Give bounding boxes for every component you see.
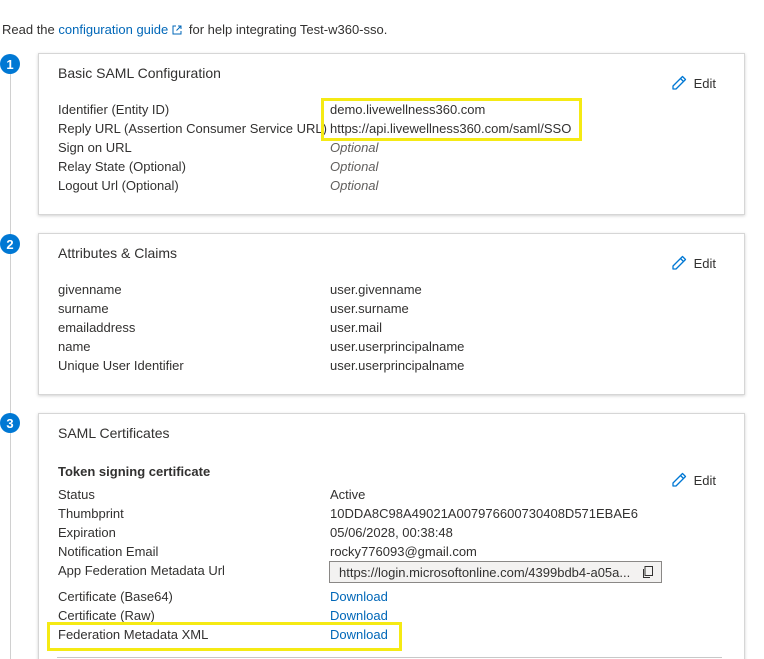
edit-basic-saml-button[interactable]: Edit [670,74,716,92]
step-2-badge: 2 [0,234,20,254]
row-label: Status [58,487,95,502]
row-emailaddress: emailaddress user.mail [58,320,718,339]
row-label: Sign on URL [58,140,132,155]
row-label: App Federation Metadata Url [58,563,225,578]
token-signing-certificate-heading: Token signing certificate [58,464,211,479]
configuration-guide-link[interactable]: configuration guide [58,22,168,37]
row-label: Notification Email [58,544,159,559]
row-certificate-base64: Certificate (Base64) Download [58,589,718,608]
row-relay-state: Relay State (Optional) Optional [58,159,718,178]
download-certificate-raw-link[interactable]: Download [330,608,388,623]
row-value: user.givenname [330,282,422,297]
row-label: Certificate (Base64) [58,589,173,604]
section-title: Basic SAML Configuration [58,65,221,81]
row-givenname: givenname user.givenname [58,282,718,301]
row-label: Thumbprint [58,506,124,521]
edit-attributes-button[interactable]: Edit [670,254,716,272]
edit-label: Edit [693,255,716,271]
row-label: Reply URL (Assertion Consumer Service UR… [58,121,327,136]
steps-timeline [10,62,11,659]
row-value: Optional [330,159,379,174]
row-value: user.userprincipalname [330,358,465,373]
row-surname: surname user.surname [58,301,718,320]
intro-suffix: for help integrating Test-w360-sso. [188,22,388,37]
row-unique-user-identifier: Unique User Identifier user.userprincipa… [58,358,718,377]
app-federation-metadata-url-field[interactable]: https://login.microsoftonline.com/4399bd… [329,561,662,583]
row-label: Unique User Identifier [58,358,184,373]
attributes-claims-card: Attributes & Claims Edit givenname user.… [38,233,745,395]
edit-label: Edit [693,75,716,91]
row-label: Relay State (Optional) [58,159,186,174]
divider [57,657,722,658]
step-1-badge: 1 [0,54,20,74]
download-certificate-base64-link[interactable]: Download [330,589,388,604]
row-label: Identifier (Entity ID) [58,102,170,117]
row-name: name user.userprincipalname [58,339,718,358]
row-status: Status Active [58,487,718,506]
row-logout-url: Logout Url (Optional) Optional [58,178,718,197]
row-value: user.surname [330,301,409,316]
pencil-icon [671,75,686,90]
row-value: Optional [330,140,379,155]
highlight-box-federation-metadata [47,622,402,651]
row-value: rocky776093@gmail.com [330,544,477,559]
row-label: Logout Url (Optional) [58,178,179,193]
step-3-badge: 3 [0,413,20,433]
intro-text: Read the configuration guide for help in… [2,22,387,37]
row-label: emailaddress [58,320,136,335]
pencil-icon [671,255,686,270]
edit-label: Edit [693,472,716,488]
row-value: 05/06/2028, 00:38:48 [330,525,453,540]
section-title: SAML Certificates [58,425,170,441]
row-thumbprint: Thumbprint 10DDA8C98A49021A0079766007304… [58,506,718,525]
row-label: name [58,339,91,354]
highlight-box-urls [321,98,582,141]
row-value: Active [330,487,366,502]
external-link-icon [172,25,182,35]
row-value: user.mail [330,320,383,335]
row-label: Certificate (Raw) [58,608,155,623]
row-expiration: Expiration 05/06/2028, 00:38:48 [58,525,718,544]
row-value: 10DDA8C98A49021A007976600730408D571EBAE6 [330,506,638,521]
row-label: Expiration [58,525,116,540]
row-sign-on-url: Sign on URL Optional [58,140,718,159]
copy-icon[interactable] [641,565,655,579]
intro-prefix: Read the [2,22,55,37]
row-label: givenname [58,282,122,297]
row-value: Optional [330,178,379,193]
section-title: Attributes & Claims [58,245,178,261]
metadata-url-value: https://login.microsoftonline.com/4399bd… [339,564,631,580]
row-value: user.userprincipalname [330,339,465,354]
row-label: surname [58,301,109,316]
